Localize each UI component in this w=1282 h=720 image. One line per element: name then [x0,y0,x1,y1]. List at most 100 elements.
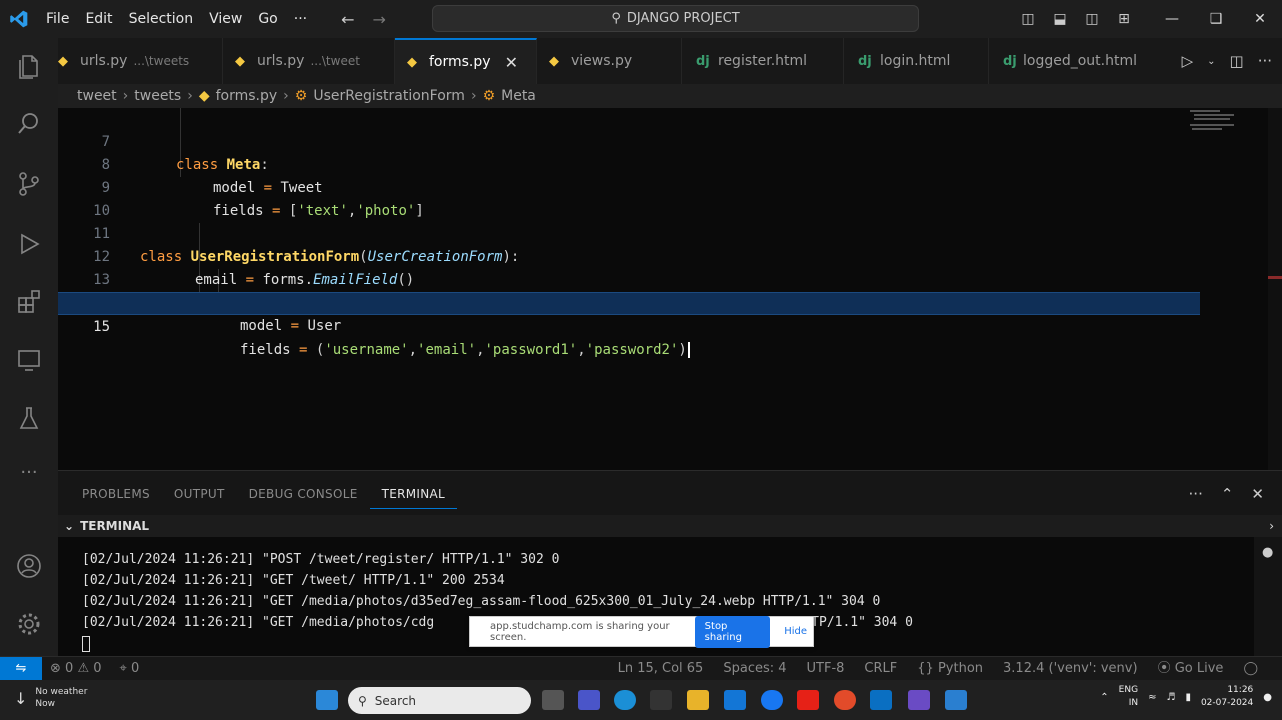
tab-views[interactable]: ◆ views.py [537,38,682,84]
edge-icon[interactable] [614,690,636,710]
tab-debug-console[interactable]: DEBUG CONSOLE [237,479,370,509]
encoding[interactable]: UTF-8 [807,657,845,681]
breadcrumb-item[interactable]: forms.py [216,88,278,104]
more-views-icon[interactable]: ··· [15,462,43,490]
notifications-bell-icon[interactable]: ◯ [1243,657,1258,681]
tab-register[interactable]: dj register.html [682,38,844,84]
minimap[interactable] [1188,108,1272,148]
language-indicator[interactable]: ENG IN [1119,684,1138,710]
close-tab-icon[interactable]: ✕ [505,53,518,72]
task-view-icon[interactable] [542,690,564,710]
wifi-icon[interactable]: ≈ [1148,692,1156,703]
python-icon: ◆ [198,88,210,104]
tab-label: login.html [880,53,951,69]
tab-login[interactable]: dj login.html [844,38,989,84]
more-actions-icon[interactable]: ··· [1258,52,1272,70]
start-windows-icon[interactable] [316,690,338,710]
django-icon: dj [696,53,710,69]
testing-icon[interactable] [15,404,43,432]
breadcrumb-item[interactable]: tweets [134,88,181,104]
taskbar-search[interactable]: ⚲ Search [348,687,531,714]
editor-scrollbar[interactable] [1268,108,1282,470]
class-symbol-icon: ⚙ [482,88,496,104]
breadcrumb-item[interactable]: tweet [77,88,117,104]
menu-more[interactable]: ··· [286,0,315,38]
menu-selection[interactable]: Selection [121,0,202,38]
accounts-icon[interactable] [15,552,43,580]
tab-urls-tweets[interactable]: ◆ urls.py ...\tweets [58,38,223,84]
tab-urls-tweet[interactable]: ◆ urls.py ...\tweet [223,38,395,84]
region-text: IN [1128,698,1139,708]
code-editor[interactable]: 7 class Meta: 8 model = Tweet 9 fields =… [58,108,1282,470]
problems-status[interactable]: ⊗ 0 ⚠ 0 [50,657,102,681]
toggle-primary-sidebar-icon[interactable]: ◫ [1012,11,1044,27]
menu-go[interactable]: Go [250,0,285,38]
tab-terminal[interactable]: TERMINAL [369,479,458,509]
explorer-icon[interactable] [15,52,43,80]
back-arrow-icon[interactable]: ← [341,10,354,29]
source-control-icon[interactable] [15,170,43,198]
end-of-line[interactable]: CRLF [864,657,897,681]
chevron-up-icon[interactable]: ⌃ [1100,692,1108,703]
tab-logged-out[interactable]: dj logged_out.html [989,38,1149,84]
breadcrumb-item[interactable]: UserRegistrationForm [313,88,465,104]
clock[interactable]: 11:26 02-07-2024 [1201,684,1253,710]
toggle-secondary-sidebar-icon[interactable]: ◫ [1076,11,1108,27]
menu-file[interactable]: File [38,0,77,38]
tab-output[interactable]: OUTPUT [162,479,237,509]
media-app-icon[interactable] [908,690,930,710]
stop-sharing-button[interactable]: Stop sharing [694,615,771,648]
cursor-position[interactable]: Ln 15, Col 65 [618,657,704,681]
facebook-icon[interactable] [761,690,783,710]
terminal-header[interactable]: ⌄ TERMINAL › [58,515,1282,537]
maximize-panel-icon[interactable]: ⌃ [1221,479,1234,509]
file-explorer-icon[interactable] [687,690,709,710]
tab-label: logged_out.html [1023,53,1137,69]
language-mode[interactable]: {} Python [917,657,983,681]
menu-edit[interactable]: Edit [77,0,120,38]
volume-icon[interactable]: ♬ [1166,692,1175,703]
search-sidebar-icon[interactable] [15,110,43,138]
weather-widget[interactable]: ↓ No weather Now [14,686,87,710]
mail-icon[interactable] [724,690,746,710]
app-icon[interactable] [945,690,967,710]
maximize-icon[interactable]: ❑ [1194,11,1238,27]
tab-problems[interactable]: PROBLEMS [70,479,162,509]
vscode-taskbar-icon[interactable] [870,690,892,710]
tab-label: urls.py [257,53,305,69]
remote-indicator-icon[interactable]: ⇋ [0,657,42,681]
extensions-icon[interactable] [15,288,43,316]
tab-forms[interactable]: ◆ forms.py ✕ [395,38,537,84]
youtube-icon[interactable] [797,690,819,710]
chevron-down-icon[interactable]: ⌄ [1207,56,1215,67]
customize-layout-icon[interactable]: ⊞ [1108,11,1140,27]
go-live[interactable]: ⦿ Go Live [1158,657,1224,681]
hide-button[interactable]: Hide [778,626,813,637]
breadcrumb-item[interactable]: Meta [501,88,536,104]
python-interpreter[interactable]: 3.12.4 ('venv': venv) [1003,657,1138,681]
manage-gear-icon[interactable] [15,610,43,638]
battery-icon[interactable]: ▮ [1185,692,1191,703]
notification-icon[interactable]: ● [1263,692,1272,703]
forward-arrow-icon[interactable]: → [373,10,386,29]
remote-explorer-icon[interactable] [15,346,43,374]
python-icon: ◆ [58,53,68,69]
toggle-panel-icon[interactable]: ⬓ [1044,11,1076,27]
ports-status[interactable]: ⌖ 0 [120,657,140,681]
command-center-search[interactable]: ⚲ DJANGO PROJECT [432,5,919,32]
run-python-icon[interactable]: ▷ [1182,52,1194,70]
lightbulb-icon[interactable]: ● [1262,545,1273,560]
menu-view[interactable]: View [201,0,250,38]
chrome-icon[interactable] [834,690,856,710]
close-panel-icon[interactable]: ✕ [1251,479,1264,509]
django-icon: dj [1003,53,1017,69]
minimize-icon[interactable]: — [1150,11,1194,27]
teams-icon[interactable] [578,690,600,710]
split-editor-icon[interactable]: ◫ [1230,52,1244,70]
chevron-right-icon[interactable]: › [1269,519,1274,533]
store-icon[interactable] [650,690,672,710]
run-debug-icon[interactable] [15,230,43,258]
more-actions-icon[interactable]: ··· [1189,479,1203,509]
close-window-icon[interactable]: ✕ [1238,11,1282,27]
indentation[interactable]: Spaces: 4 [723,657,786,681]
